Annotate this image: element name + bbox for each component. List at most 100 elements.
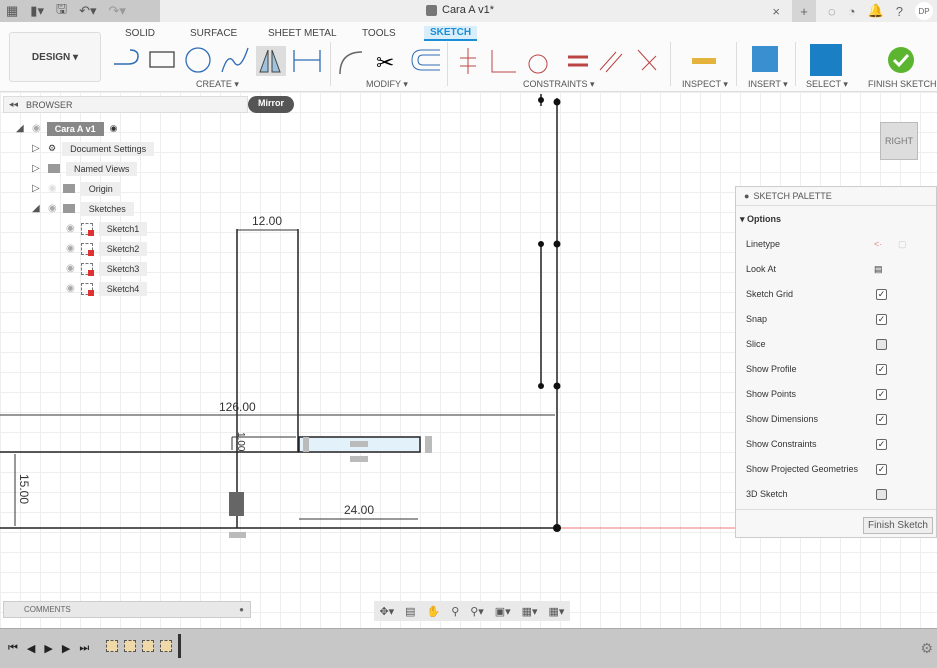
finish-sketch-check-icon[interactable] — [888, 47, 914, 73]
line-icon[interactable] — [114, 49, 139, 65]
go-to-end-icon[interactable]: ⏭ — [79, 642, 89, 655]
browser-panel-header[interactable]: ◂◂ BROWSER — [3, 96, 248, 113]
select-menu[interactable]: SELECT ▾ — [806, 79, 848, 90]
eye-icon[interactable]: ◉ — [32, 123, 41, 134]
document-tab[interactable]: Cara A v1* — [426, 4, 494, 16]
pan-icon[interactable]: ✋ — [427, 605, 441, 618]
orbit-icon[interactable]: ✥▾ — [379, 605, 394, 618]
tree-item-sketch1[interactable]: ◉ Sketch1 — [66, 220, 154, 237]
apps-grid-icon[interactable]: ▦ — [6, 3, 18, 19]
comments-panel[interactable]: COMMENTS ● — [3, 601, 251, 618]
file-menu-icon[interactable]: ▮▾ — [30, 3, 44, 19]
tab-surface[interactable]: SURFACE — [190, 28, 237, 39]
constraints-menu[interactable]: CONSTRAINTS ▾ — [523, 79, 595, 90]
tree-item-sketches[interactable]: ◢ ◉ Sketches — [32, 200, 154, 217]
tree-item-sketch2[interactable]: ◉ Sketch2 — [66, 240, 154, 257]
fit-icon[interactable]: ⚲▾ — [470, 605, 484, 618]
eye-icon[interactable]: ◉ — [66, 223, 75, 234]
redo-icon[interactable]: ↷▾ — [108, 3, 125, 19]
collapse-icon[interactable]: ◂◂ — [9, 99, 18, 110]
timeline-sketch-feature[interactable] — [124, 639, 137, 652]
dimension-icon[interactable] — [293, 50, 321, 72]
select-icon[interactable] — [810, 44, 842, 76]
tree-item-sketch4[interactable]: ◉ Sketch4 — [66, 280, 154, 297]
dimension-12[interactable]: 12.00 — [252, 214, 282, 228]
eye-icon[interactable]: ◉ — [48, 203, 57, 214]
trim-icon[interactable]: ✂ — [376, 50, 394, 75]
tangent-icon[interactable] — [528, 54, 548, 74]
perpendicular-x-icon[interactable] — [637, 49, 657, 71]
dimension-126[interactable]: 126.00 — [219, 400, 256, 414]
insert-image-icon[interactable] — [752, 46, 778, 72]
perpendicular-icon[interactable] — [491, 50, 516, 73]
collapse-icon[interactable]: ● — [744, 191, 749, 201]
snap-checkbox[interactable]: ✓ — [876, 314, 887, 325]
job-status-icon[interactable]: ◔ — [848, 4, 856, 19]
3d-sketch-checkbox[interactable] — [876, 489, 887, 500]
step-forward-icon[interactable]: ▶ — [62, 642, 70, 655]
options-section[interactable]: ▾ Options — [740, 214, 781, 225]
avatar[interactable]: DP — [915, 2, 933, 20]
zoom-icon[interactable]: ⚲ — [451, 605, 459, 618]
extensions-icon[interactable]: ◌ — [828, 4, 836, 19]
notifications-icon[interactable]: 🔔 — [868, 3, 884, 19]
look-at-icon[interactable]: ▤ — [405, 605, 415, 618]
create-menu[interactable]: CREATE ▾ — [196, 79, 239, 90]
insert-menu[interactable]: INSERT ▾ — [748, 79, 788, 90]
offset-icon[interactable] — [411, 49, 440, 71]
close-tab-icon[interactable]: × — [772, 4, 780, 19]
tree-root[interactable]: ◢ ◉ Cara A v1 ◉ — [16, 120, 154, 137]
tree-item-document-settings[interactable]: ▷ ⚙ Document Settings — [32, 140, 155, 157]
sketch-grid-checkbox[interactable]: ✓ — [876, 289, 887, 300]
tree-item-origin[interactable]: ▷ ◉ Origin — [32, 180, 154, 197]
finish-sketch-palette-button[interactable]: Finish Sketch — [862, 517, 933, 534]
workspace-switcher[interactable]: DESIGN ▾ — [9, 32, 101, 82]
add-comment-icon[interactable]: ● — [239, 605, 244, 614]
timeline-marker[interactable] — [178, 633, 182, 658]
tree-item-sketch3[interactable]: ◉ Sketch3 — [66, 260, 154, 277]
show-dimensions-checkbox[interactable]: ✓ — [876, 414, 887, 425]
go-to-start-icon[interactable]: ⏮ — [8, 642, 18, 655]
tree-item-named-views[interactable]: ▷ Named Views — [32, 160, 154, 177]
modify-menu[interactable]: MODIFY ▾ — [366, 79, 408, 90]
centerline-icon[interactable]: ▢ — [898, 239, 907, 250]
tab-tools[interactable]: TOOLS — [362, 28, 396, 39]
play-icon[interactable]: ▶ — [44, 642, 52, 655]
circle-icon[interactable] — [185, 47, 211, 73]
timeline-settings-gear-icon[interactable]: ⚙ — [920, 640, 933, 657]
eye-icon[interactable]: ◉ — [66, 243, 75, 254]
tab-sketch[interactable]: SKETCH — [424, 26, 478, 41]
undo-icon[interactable]: ↶▾ — [79, 3, 96, 19]
viewports-icon[interactable]: ▦▾ — [548, 605, 564, 618]
show-points-checkbox[interactable]: ✓ — [876, 389, 887, 400]
timeline-sketch-feature[interactable] — [142, 639, 155, 652]
timeline-sketch-feature[interactable] — [160, 639, 173, 652]
show-projected-geometries-checkbox[interactable]: ✓ — [876, 464, 887, 475]
tab-sheet-metal[interactable]: SHEET METAL — [268, 28, 337, 39]
new-tab-button[interactable]: + — [791, 0, 816, 22]
fillet-icon[interactable] — [339, 51, 363, 75]
eye-icon[interactable]: ◉ — [48, 183, 57, 194]
grid-icon[interactable]: ▦▾ — [522, 605, 538, 618]
parallel-icon[interactable] — [599, 51, 623, 73]
palette-header[interactable]: ● SKETCH PALETTE — [736, 187, 936, 206]
dimension-24[interactable]: 24.00 — [344, 503, 374, 517]
show-profile-checkbox[interactable]: ✓ — [876, 364, 887, 375]
display-settings-icon[interactable]: ▣▾ — [495, 605, 511, 618]
dimension-15[interactable]: 15.00 — [17, 474, 31, 504]
save-icon[interactable]: 🖫 — [56, 0, 67, 22]
fix-constraint-icon[interactable] — [460, 48, 476, 74]
timeline-sketch-feature[interactable] — [106, 639, 119, 652]
tab-solid[interactable]: SOLID — [125, 28, 155, 39]
activate-icon[interactable]: ◉ — [110, 123, 118, 134]
help-icon[interactable]: ? — [896, 4, 903, 19]
inspect-menu[interactable]: INSPECT ▾ — [682, 79, 728, 90]
look-at-icon[interactable]: ▤ — [874, 264, 883, 275]
equal-icon[interactable] — [568, 55, 588, 67]
measure-icon[interactable] — [692, 58, 716, 64]
rectangle-icon[interactable] — [149, 51, 175, 68]
construction-linetype-icon[interactable]: <· — [874, 239, 882, 249]
step-back-icon[interactable]: ◀ — [27, 642, 35, 655]
slice-checkbox[interactable] — [876, 339, 887, 350]
show-constraints-checkbox[interactable]: ✓ — [876, 439, 887, 450]
